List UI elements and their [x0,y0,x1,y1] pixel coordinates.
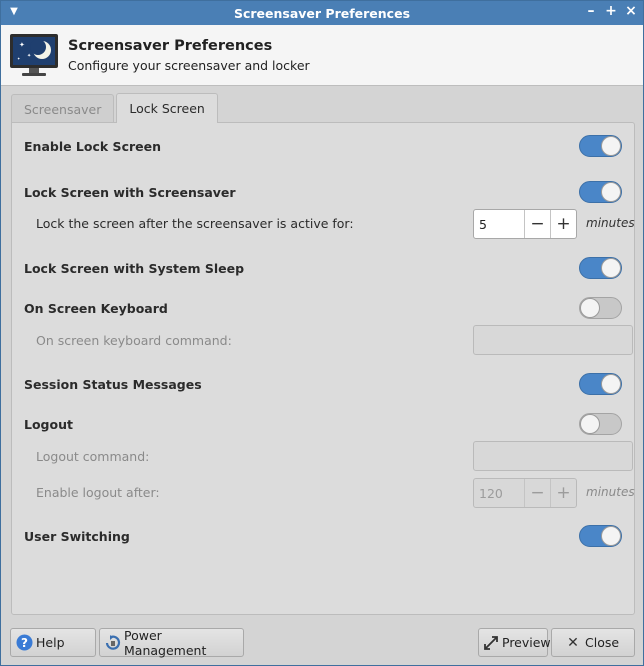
osk-command-label: On screen keyboard command: [36,332,232,348]
switch-knob [601,136,621,156]
on-screen-keyboard-label: On Screen Keyboard [24,300,168,316]
lock-after-row: Lock the screen after the screensaver is… [24,209,635,239]
titlebar: ▼ Screensaver Preferences – + × [1,1,643,25]
logout-command-field[interactable] [473,441,633,471]
close-label: Close [585,635,620,650]
user-switching-label: User Switching [24,528,130,544]
help-label: Help [36,635,65,650]
logout-after-decrement-button[interactable]: − [524,479,550,507]
svg-text:✦: ✦ [19,41,25,49]
power-management-label: Power Management [124,627,207,658]
on-screen-keyboard-row: On Screen Keyboard [24,294,622,322]
logout-after-row: Enable logout after: 120 − + minutes [24,478,635,508]
on-screen-keyboard-switch[interactable] [579,297,622,319]
enable-lock-screen-label: Enable Lock Screen [24,138,161,154]
tab-screensaver[interactable]: Screensaver [11,94,115,123]
fullscreen-icon [483,634,499,652]
user-switching-row: User Switching [24,522,622,550]
enable-lock-screen-row: Enable Lock Screen [24,132,622,160]
session-status-switch[interactable] [579,373,622,395]
osk-command-field[interactable] [473,325,633,355]
header-title: Screensaver Preferences [68,38,273,54]
logout-row: Logout [24,410,622,438]
preview-label: Preview [502,635,551,650]
help-icon: ? [15,634,33,652]
logout-command-label: Logout command: [36,448,150,464]
session-status-label: Session Status Messages [24,376,202,392]
close-button[interactable]: ✕ Close [551,628,635,657]
tab-lock-screen[interactable]: Lock Screen [116,93,218,123]
logout-after-value[interactable]: 120 [474,479,524,507]
enable-lock-screen-switch[interactable] [579,135,622,157]
logout-after-label: Enable logout after: [36,484,160,500]
user-switching-switch[interactable] [579,525,622,547]
preview-button[interactable]: Preview [478,628,551,657]
lock-with-sleep-row: Lock Screen with System Sleep [24,254,622,282]
dialog-header: ✦ ✦ ✦ Screensaver Preferences Configure … [1,25,643,86]
switch-knob [601,182,621,202]
lock-with-screensaver-switch[interactable] [579,181,622,203]
lock-with-screensaver-row: Lock Screen with Screensaver [24,178,622,206]
switch-knob [580,298,600,318]
monitor-moon-icon: ✦ ✦ ✦ [10,34,58,76]
lock-after-spinbox: 5 − + [473,209,577,239]
lock-after-decrement-button[interactable]: − [524,210,550,238]
close-window-button[interactable]: × [625,3,637,19]
switch-knob [601,374,621,394]
session-status-row: Session Status Messages [24,370,622,398]
lock-with-sleep-switch[interactable] [579,257,622,279]
logout-after-unit: minutes [586,485,635,499]
minimize-button[interactable]: – [585,3,597,19]
osk-command-row: On screen keyboard command: [24,325,633,355]
header-subtitle: Configure your screensaver and locker [68,58,310,73]
lock-screen-panel: Enable Lock Screen Lock Screen with Scre… [11,122,635,615]
lock-after-increment-button[interactable]: + [550,210,576,238]
power-plug-icon [104,634,121,652]
maximize-button[interactable]: + [605,3,617,19]
lock-with-screensaver-label: Lock Screen with Screensaver [24,184,236,200]
svg-text:?: ? [21,636,28,650]
logout-command-row: Logout command: [24,441,633,471]
window-controls: – + × [585,3,637,19]
logout-switch[interactable] [579,413,622,435]
logout-after-increment-button[interactable]: + [550,479,576,507]
tab-bar: Screensaver Lock Screen [11,93,220,123]
switch-knob [601,526,621,546]
power-management-button[interactable]: Power Management [99,627,244,658]
window-menu-icon[interactable]: ▼ [7,5,21,19]
help-button[interactable]: ? Help [10,628,96,657]
switch-knob [580,414,600,434]
lock-after-value[interactable]: 5 [474,210,524,238]
lock-after-label: Lock the screen after the screensaver is… [36,215,354,231]
logout-after-spinbox: 120 − + [473,478,577,508]
window-title: Screensaver Preferences [233,5,411,21]
lock-after-unit: minutes [586,216,635,230]
switch-knob [601,258,621,278]
logout-label: Logout [24,416,73,432]
close-icon: ✕ [567,634,579,651]
screensaver-preferences-window: ▼ Screensaver Preferences – + × ✦ ✦ ✦ Sc… [0,0,644,666]
svg-text:✦: ✦ [27,53,31,59]
lock-with-sleep-label: Lock Screen with System Sleep [24,260,245,276]
